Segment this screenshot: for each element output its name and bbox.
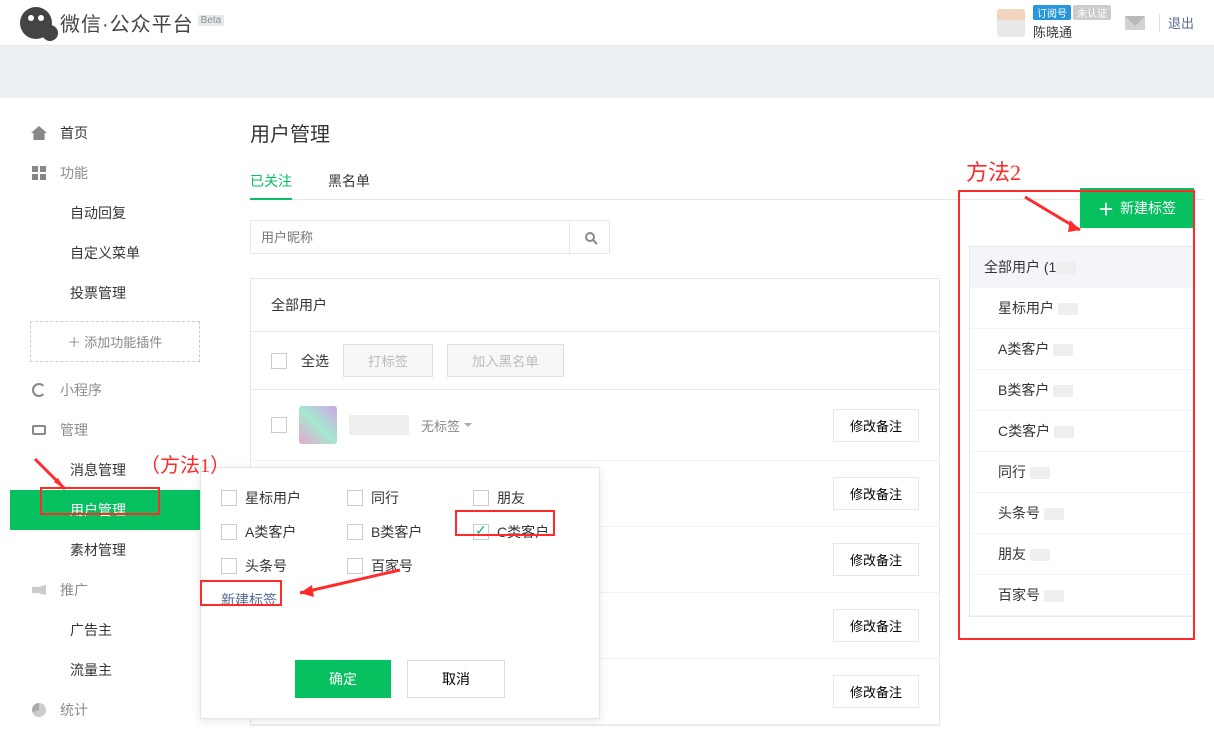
horn-icon: [32, 585, 46, 595]
grid-icon: [32, 166, 46, 180]
tab-blacklist[interactable]: 黑名单: [328, 163, 370, 199]
sidebar-traffic[interactable]: 流量主: [10, 650, 220, 690]
sidebar-features-label: 功能: [60, 163, 88, 183]
checkbox[interactable]: [473, 490, 489, 506]
tag-option[interactable]: 朋友: [473, 488, 579, 508]
checkbox[interactable]: [347, 558, 363, 574]
tag-dropdown-popup: 星标用户 同行 朋友 A类客户 B类客户 C类客户 头条号 百家号 新建标签 确…: [200, 467, 600, 719]
row-checkbox[interactable]: [271, 417, 287, 433]
checkbox[interactable]: [221, 524, 237, 540]
sidebar: 首页 功能 自动回复 自定义菜单 投票管理 ＋ 添加功能插件 小程序 管理 消息…: [10, 98, 220, 730]
wechat-logo-icon: [20, 7, 52, 39]
tag-li[interactable]: 百家号: [970, 575, 1193, 616]
user-avatar[interactable]: [997, 9, 1025, 37]
edit-note-button[interactable]: 修改备注: [833, 409, 919, 442]
miniprogram-icon: [32, 383, 46, 397]
tag-li[interactable]: 星标用户: [970, 288, 1193, 329]
mail-icon[interactable]: [1125, 16, 1145, 30]
sidebar-promote-group[interactable]: 推广: [10, 570, 220, 610]
confirm-button[interactable]: 确定: [295, 660, 391, 698]
gray-band: [0, 46, 1214, 98]
select-all-label: 全选: [301, 351, 329, 371]
username[interactable]: 陈晓通: [1033, 22, 1072, 41]
sidebar-custom-menu[interactable]: 自定义菜单: [10, 233, 220, 273]
tag-li[interactable]: B类客户: [970, 370, 1193, 411]
tag-option[interactable]: A类客户: [221, 522, 327, 542]
sidebar-home-label: 首页: [60, 123, 88, 143]
edit-note-button[interactable]: 修改备注: [833, 675, 919, 708]
tag-li-all[interactable]: 全部用户 (1: [970, 247, 1193, 288]
sidebar-message-manage[interactable]: 消息管理: [10, 450, 220, 490]
sidebar-miniprogram[interactable]: 小程序: [10, 370, 220, 410]
tag-option[interactable]: 百家号: [347, 556, 453, 576]
home-icon: [31, 126, 47, 140]
sidebar-manage-group[interactable]: 管理: [10, 410, 220, 450]
inbox-icon: [32, 425, 46, 435]
edit-note-button[interactable]: 修改备注: [833, 543, 919, 576]
logo[interactable]: 微信·公众平台 Beta: [20, 7, 224, 39]
new-tag-link[interactable]: 新建标签: [221, 590, 277, 610]
tag-option[interactable]: 同行: [347, 488, 453, 508]
tag-li[interactable]: 头条号: [970, 493, 1193, 534]
sidebar-features-group[interactable]: 功能: [10, 153, 220, 193]
tag-li[interactable]: 朋友: [970, 534, 1193, 575]
search-button[interactable]: [570, 220, 610, 254]
tag-li[interactable]: 同行: [970, 452, 1193, 493]
tag-option[interactable]: C类客户: [473, 522, 579, 542]
divider: [1159, 14, 1160, 32]
plus-icon: ＋: [1098, 196, 1114, 220]
tag-dropdown-trigger[interactable]: 无标签: [421, 416, 472, 435]
header: 微信·公众平台 Beta 订阅号 未认证 陈晓通 退出: [0, 0, 1214, 46]
dropdown-actions: 确定 取消: [221, 660, 579, 698]
panel-toolbar: 全选 打标签 加入黑名单: [251, 332, 939, 390]
user-avatar-small: [299, 406, 337, 444]
tag-option[interactable]: 星标用户: [221, 488, 327, 508]
page-title: 用户管理: [250, 118, 1204, 147]
main: 首页 功能 自动回复 自定义菜单 投票管理 ＋ 添加功能插件 小程序 管理 消息…: [0, 98, 1214, 730]
add-plugin-button[interactable]: ＋ 添加功能插件: [30, 321, 200, 362]
edit-note-button[interactable]: 修改备注: [833, 609, 919, 642]
account-type-badge: 订阅号: [1033, 5, 1071, 20]
new-tag-button[interactable]: ＋ 新建标签: [1080, 188, 1194, 228]
sidebar-material-manage[interactable]: 素材管理: [10, 530, 220, 570]
panel-head: 全部用户: [251, 279, 939, 332]
checkbox[interactable]: [221, 558, 237, 574]
tag-options-grid: 星标用户 同行 朋友 A类客户 B类客户 C类客户 头条号 百家号: [221, 488, 579, 576]
count-redacted: [1056, 262, 1076, 274]
tag-option[interactable]: 头条号: [221, 556, 327, 576]
sidebar-stats[interactable]: 统计: [10, 690, 220, 730]
chart-icon: [32, 703, 46, 717]
sidebar-vote-manage[interactable]: 投票管理: [10, 273, 220, 313]
edit-note-button[interactable]: 修改备注: [833, 477, 919, 510]
tag-li[interactable]: A类客户: [970, 329, 1193, 370]
user-name-redacted: [349, 415, 409, 435]
user-badges: 订阅号 未认证 陈晓通: [1033, 5, 1111, 41]
search-icon: [585, 232, 595, 242]
blacklist-button[interactable]: 加入黑名单: [447, 344, 564, 377]
checkbox[interactable]: [221, 490, 237, 506]
search-input[interactable]: [250, 220, 570, 254]
tab-followed[interactable]: 已关注: [250, 163, 292, 199]
tag-option[interactable]: B类客户: [347, 522, 453, 542]
tag-li[interactable]: C类客户: [970, 411, 1193, 452]
logout-link[interactable]: 退出: [1168, 13, 1194, 32]
checkbox[interactable]: [347, 524, 363, 540]
checkbox[interactable]: [347, 490, 363, 506]
checkbox-checked[interactable]: [473, 524, 489, 540]
sidebar-user-manage[interactable]: 用户管理: [10, 490, 220, 530]
tag-button[interactable]: 打标签: [343, 344, 433, 377]
sidebar-auto-reply[interactable]: 自动回复: [10, 193, 220, 233]
sidebar-home[interactable]: 首页: [10, 113, 220, 153]
caret-down-icon: [464, 423, 472, 431]
beta-badge: Beta: [198, 15, 225, 26]
right-panel: ＋ 新建标签 全部用户 (1 星标用户 A类客户 B类客户 C类客户 同行 头条…: [969, 188, 1194, 617]
select-all-checkbox[interactable]: [271, 353, 287, 369]
user-row: 无标签 修改备注: [251, 390, 939, 461]
sidebar-advertiser[interactable]: 广告主: [10, 610, 220, 650]
cert-badge: 未认证: [1073, 5, 1111, 20]
cancel-button[interactable]: 取消: [407, 660, 505, 698]
tag-list: 全部用户 (1 星标用户 A类客户 B类客户 C类客户 同行 头条号 朋友 百家…: [969, 246, 1194, 617]
header-right: 订阅号 未认证 陈晓通 退出: [997, 5, 1194, 41]
logo-text: 微信·公众平台: [60, 8, 194, 37]
